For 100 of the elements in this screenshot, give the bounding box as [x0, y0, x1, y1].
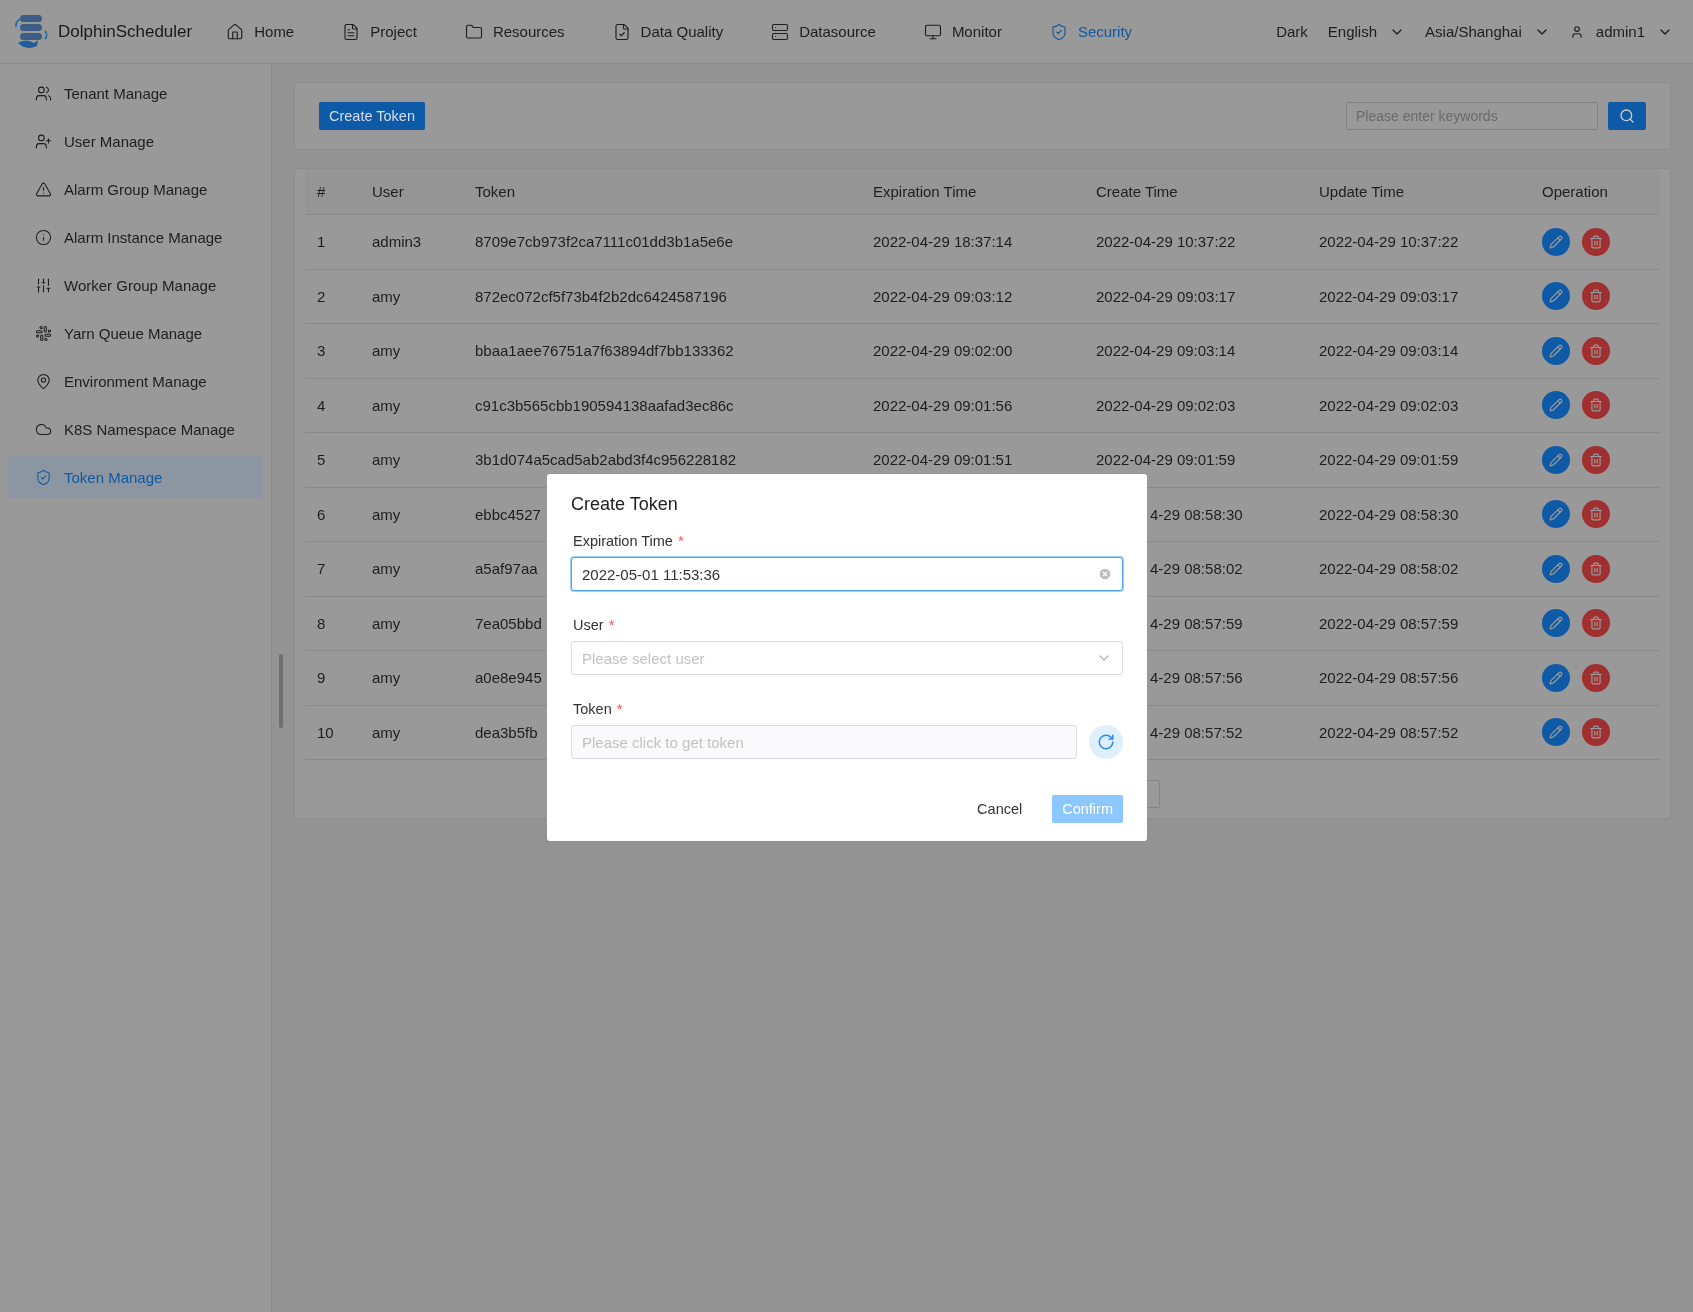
edit-button[interactable]	[1542, 500, 1570, 529]
table-cell-text: 2022-04-29 10:37:22	[1095, 233, 1236, 251]
table-cell-text: 10	[316, 723, 334, 741]
table-cell-text: 2022-04-29 08:58:02	[1318, 560, 1459, 578]
edit-button[interactable]	[1542, 663, 1570, 692]
refresh-button[interactable]	[1089, 725, 1123, 759]
nav-item[interactable]: Data Quality	[612, 22, 724, 41]
edit-button[interactable]	[1542, 391, 1570, 420]
clear-icon[interactable]	[1098, 567, 1112, 581]
sidebar-item[interactable]: K8S Namespace Manage	[8, 408, 263, 450]
table-cell-text: 2022-04-29 08:57:56	[1318, 669, 1459, 687]
trash-icon	[1589, 398, 1603, 413]
table-cell-text: amy	[371, 614, 401, 632]
table-cell-text: 5	[316, 451, 326, 469]
table-cell-text: 872ec072cf5f73b4f2b2dc6424587196	[474, 287, 727, 305]
table-cell-text: 2022-04-29 09:01:51	[872, 451, 1013, 469]
sidebar-item[interactable]: User Manage	[8, 120, 263, 162]
table-cell-text: amy	[371, 505, 401, 523]
column-header: Create Time	[1095, 183, 1178, 200]
timezone-dropdown[interactable]: Asia/Shanghai	[1425, 23, 1550, 40]
edit-button[interactable]	[1542, 718, 1570, 747]
table-cell-text: amy	[371, 723, 401, 741]
pencil-icon	[1549, 725, 1563, 740]
table-cell-text: 2022-04-29 09:03:14	[1318, 342, 1459, 360]
search-button[interactable]	[1608, 102, 1646, 130]
table-cell-text: dea3b5fb	[474, 723, 538, 741]
document-icon	[342, 22, 361, 41]
delete-button[interactable]	[1582, 718, 1610, 747]
column-header: Token	[474, 183, 516, 200]
edit-button[interactable]	[1542, 445, 1570, 474]
theme-toggle[interactable]: Dark	[1276, 23, 1308, 40]
nav-item[interactable]: Datasource	[771, 22, 876, 41]
pencil-icon	[1549, 234, 1563, 249]
required-mark: *	[677, 533, 684, 549]
table-cell-text: 3	[316, 342, 326, 360]
language-dropdown[interactable]: English	[1327, 23, 1406, 40]
pencil-icon	[1549, 452, 1563, 467]
table-cell-text: 4	[316, 396, 326, 414]
table-cell-text: ebbc4527	[474, 505, 541, 523]
nav-item[interactable]: Project	[342, 22, 417, 41]
shield-icon	[1049, 22, 1068, 41]
date-picker-field[interactable]: 2022-05-01 11:53:36	[571, 557, 1123, 591]
user-menu[interactable]: admin1	[1569, 23, 1673, 40]
delete-button[interactable]	[1582, 609, 1610, 638]
field-label: Expiration Time	[573, 533, 673, 549]
nav-item[interactable]: Home	[226, 22, 295, 41]
edit-button[interactable]	[1542, 282, 1570, 311]
table-cell-text: 6	[316, 505, 326, 523]
delete-button[interactable]	[1582, 336, 1610, 365]
table-cell: 4-29 08:57:59	[1150, 614, 1243, 632]
trash-icon	[1589, 561, 1603, 576]
table-cell-text: bbaa1aee76751a7f63894df7bb133362	[474, 342, 734, 360]
edit-button[interactable]	[1542, 609, 1570, 638]
create-token-button[interactable]: Create Token	[319, 102, 425, 130]
delete-button[interactable]	[1582, 227, 1610, 256]
table-cell-text: 2022-04-29 09:03:17	[1318, 287, 1459, 305]
edit-button[interactable]	[1542, 554, 1570, 583]
table-cell-text: 3b1d074a5cad5ab2abd3f4c956228182	[474, 451, 737, 469]
edit-button[interactable]	[1542, 227, 1570, 256]
user-icon	[1569, 24, 1584, 39]
sidebar-item[interactable]: Tenant Manage	[8, 72, 263, 114]
column-header: #	[316, 183, 326, 200]
table-cell: 4-29 08:58:02	[1150, 560, 1243, 578]
warning-icon	[35, 180, 52, 198]
table-cell-text: 2022-04-29 09:03:14	[1095, 342, 1236, 360]
table-cell-text: 7	[316, 560, 326, 578]
search-icon	[1619, 108, 1635, 124]
sidebar-item[interactable]: Alarm Instance Manage	[8, 216, 263, 258]
column-header: Update Time	[1318, 183, 1405, 200]
refresh-icon	[1097, 733, 1115, 751]
edit-button[interactable]	[1542, 336, 1570, 365]
monitor-icon	[923, 22, 942, 41]
sidebar-item[interactable]: Yarn Queue Manage	[8, 312, 263, 354]
trash-icon	[1589, 725, 1603, 740]
delete-button[interactable]	[1582, 445, 1610, 474]
delete-button[interactable]	[1582, 500, 1610, 529]
delete-button[interactable]	[1582, 282, 1610, 311]
trash-icon	[1589, 452, 1603, 467]
delete-button[interactable]	[1582, 663, 1610, 692]
sliders-icon	[35, 276, 52, 294]
trash-icon	[1589, 343, 1603, 358]
delete-button[interactable]	[1582, 391, 1610, 420]
delete-button[interactable]	[1582, 554, 1610, 583]
table-cell-text: amy	[371, 287, 401, 305]
cancel-button[interactable]: Cancel	[967, 795, 1033, 823]
table-cell-text: 2022-04-29 08:58:30	[1318, 505, 1459, 523]
scrollbar[interactable]	[279, 654, 283, 728]
trash-icon	[1589, 234, 1603, 249]
sidebar-item[interactable]: Alarm Group Manage	[8, 168, 263, 210]
hash-icon	[35, 324, 52, 342]
nav-item[interactable]: Monitor	[923, 22, 1002, 41]
nav-item[interactable]: Resources	[464, 22, 565, 41]
user-plus-icon	[35, 132, 52, 150]
table-cell-text: a0e8e945	[474, 669, 542, 687]
table-cell-text: 8	[316, 614, 326, 632]
sidebar-item[interactable]: Worker Group Manage	[8, 264, 263, 306]
table-cell-text: 2022-04-29 08:57:52	[1318, 723, 1459, 741]
sidebar-item[interactable]: Environment Manage	[8, 360, 263, 402]
table-cell: 4-29 08:57:52	[1150, 723, 1243, 741]
column-header: Expiration Time	[872, 183, 977, 200]
